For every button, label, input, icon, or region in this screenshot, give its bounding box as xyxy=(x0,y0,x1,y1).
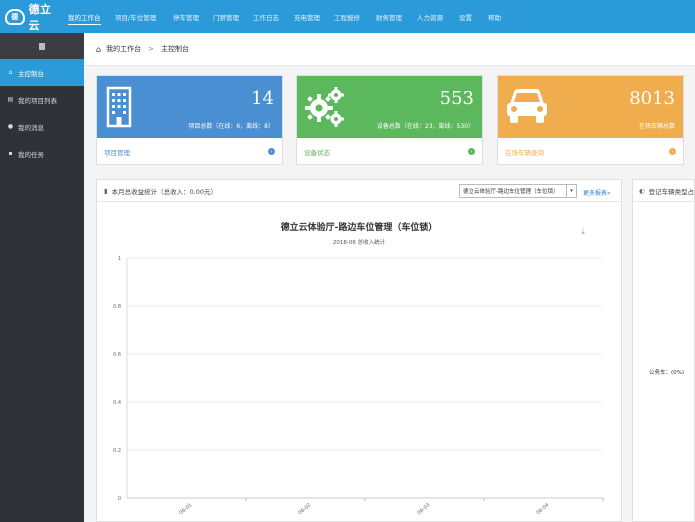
x-tick-label: 06-04 xyxy=(535,502,550,516)
nav-item[interactable]: 财务管理 xyxy=(376,12,402,22)
card-header: 8013 在场车辆总数 xyxy=(498,76,683,138)
nav-item[interactable]: 帮助 xyxy=(488,12,501,22)
card-value: 14 xyxy=(251,88,274,109)
y-tick-label: 0.4 xyxy=(113,400,121,406)
panel-header: ▮ 本月总收益统计（总收入：0.00元） 德立云体验厅-路边车位管理（车位锁） … xyxy=(97,180,621,202)
sidebar-item[interactable]: ⌂ 主控制台 xyxy=(0,59,84,86)
sidebar-toggle[interactable] xyxy=(0,33,84,59)
card-footer-link[interactable]: 在场车辆查询 › xyxy=(498,138,683,165)
more-reports-link[interactable]: 更多报表» xyxy=(583,188,611,197)
x-axis: 06-01 06-02 06-03 06-04 xyxy=(178,498,604,516)
pie-chart-icon: ◐ xyxy=(639,186,645,195)
bar-chart-icon: ▮ xyxy=(104,186,108,195)
arrow-circle-icon: › xyxy=(669,148,676,155)
chart-grid xyxy=(126,257,603,499)
card-footer-link[interactable]: 项目管理 › xyxy=(97,138,282,165)
chart-subtitle: 2018-06 总收入统计 xyxy=(333,238,386,246)
card-value: 553 xyxy=(439,88,474,109)
breadcrumb-home[interactable]: 我的工作台 xyxy=(106,44,141,54)
card-footer-label: 设备状态 xyxy=(304,148,330,157)
home-icon: ⌂ xyxy=(8,69,13,76)
y-tick-label: 0 xyxy=(118,496,121,502)
device-card: 553 设备总数（在线：23，离线：530） 设备状态 › xyxy=(296,75,483,165)
list-icon: ▤ xyxy=(7,96,14,103)
breadcrumb-separator: > xyxy=(148,45,154,53)
nav-item[interactable]: 人力资源 xyxy=(417,12,443,22)
sidebar-item-label: 我的消息 xyxy=(18,123,44,132)
card-footer-label: 项目管理 xyxy=(104,148,130,157)
card-subtitle: 在场车辆总数 xyxy=(638,123,675,130)
panel-title: 登记车辆类型占 xyxy=(648,187,694,196)
project-card: 14 项目总数（在线：6，离线：8） 项目管理 › xyxy=(96,75,283,165)
gears-icon xyxy=(305,87,344,127)
menu-toggle-icon xyxy=(39,42,45,50)
home-icon: ⌂ xyxy=(96,44,102,54)
sidebar-item-label: 我的任务 xyxy=(18,150,44,159)
task-icon: ▪ xyxy=(8,150,13,157)
sidebar-item[interactable]: ● 我的消息 xyxy=(0,113,84,140)
sidebar: ⌂ 主控制台 ▤ 我的项目列表 ● 我的消息 ▪ 我的任务 xyxy=(0,33,84,522)
app-name: 德立云 xyxy=(28,2,52,32)
nav-item[interactable]: 充电管理 xyxy=(294,12,320,22)
breadcrumb-current: 主控制台 xyxy=(160,45,189,53)
nav-item[interactable]: 门禁管理 xyxy=(213,12,239,22)
sidebar-list: ⌂ 主控制台 ▤ 我的项目列表 ● 我的消息 ▪ 我的任务 xyxy=(0,59,84,167)
card-header: 553 设备总数（在线：23，离线：530） xyxy=(297,76,482,138)
card-subtitle: 设备总数（在线：23，离线：530） xyxy=(376,123,474,130)
nav-item[interactable]: 项目/车位管理 xyxy=(115,12,156,22)
app-logo[interactable]: 德 德立云 xyxy=(0,1,62,33)
pie-slice-label: 公务车：(0%) xyxy=(649,370,685,376)
top-navbar: 德 德立云 我的工作台 项目/车位管理 停车管理 门禁管理 工作日志 充电管理 工程报修 财务… xyxy=(0,0,695,33)
sidebar-item-label: 我的项目列表 xyxy=(18,96,57,105)
breadcrumb: ⌂ 我的工作台 > 主控制台 xyxy=(84,33,695,66)
project-select-value: 德立云体验厅-路边车位管理（车位锁） xyxy=(463,189,559,195)
y-tick-label: 0.6 xyxy=(113,352,121,358)
main-content: ⌂ 我的工作台 > 主控制台 14 项目总数（在线：6，离线：8） 项目管理 › xyxy=(84,33,695,522)
revenue-panel: ▮ 本月总收益统计（总收入：0.00元） 德立云体验厅-路边车位管理（车位锁） … xyxy=(96,179,622,522)
y-tick-label: 1 xyxy=(118,256,121,262)
arrow-circle-icon: › xyxy=(268,148,275,155)
card-footer-link[interactable]: 设备状态 › xyxy=(297,138,482,165)
nav-item[interactable]: 我的工作台 xyxy=(68,12,101,25)
sidebar-item-label: 主控制台 xyxy=(18,69,44,78)
panel-header: ◐ 登记车辆类型占 xyxy=(633,180,694,202)
sidebar-item[interactable]: ▪ 我的任务 xyxy=(0,140,84,167)
building-icon xyxy=(106,86,132,128)
nav-item[interactable]: 停车管理 xyxy=(173,12,199,22)
nav-item[interactable]: 工程报修 xyxy=(334,12,360,22)
comment-icon: ● xyxy=(7,123,14,130)
y-tick-label: 0.8 xyxy=(113,304,121,310)
x-tick-label: 06-02 xyxy=(297,502,312,516)
arrow-circle-icon: › xyxy=(468,148,475,155)
vehicle-type-panel: ◐ 登记车辆类型占 公务车：(0%) xyxy=(632,179,695,522)
card-value: 8013 xyxy=(629,88,675,109)
card-footer-label: 在场车辆查询 xyxy=(505,148,544,157)
chevron-down-icon: ▾ xyxy=(566,185,576,197)
sidebar-item[interactable]: ▤ 我的项目列表 xyxy=(0,86,84,113)
vehicle-card: 8013 在场车辆总数 在场车辆查询 › xyxy=(497,75,684,165)
cloud-logo-icon: 德 xyxy=(5,8,25,25)
y-axis: 0 0.2 0.4 0.6 0.8 1 xyxy=(113,256,121,502)
project-select[interactable]: 德立云体验厅-路边车位管理（车位锁） ▾ xyxy=(459,184,577,198)
nav-item[interactable]: 工作日志 xyxy=(253,12,279,22)
car-icon xyxy=(507,89,547,123)
panel-title: 本月总收益统计（总收入：0.00元） xyxy=(111,187,218,196)
card-header: 14 项目总数（在线：6，离线：8） xyxy=(97,76,282,138)
chart-title: 德立云体验厅-路边车位管理（车位锁） xyxy=(281,221,438,233)
y-tick-label: 0.2 xyxy=(113,448,121,454)
x-tick-label: 06-01 xyxy=(178,502,193,516)
download-icon[interactable]: ⤓ xyxy=(581,227,585,236)
card-subtitle: 项目总数（在线：6，离线：8） xyxy=(188,123,274,130)
x-tick-label: 06-03 xyxy=(416,502,431,516)
revenue-chart: 德立云体验厅-路边车位管理（车位锁） 2018-06 总收入统计 ⤓ 00.20… xyxy=(113,221,604,516)
nav-item[interactable]: 设置 xyxy=(459,12,472,22)
